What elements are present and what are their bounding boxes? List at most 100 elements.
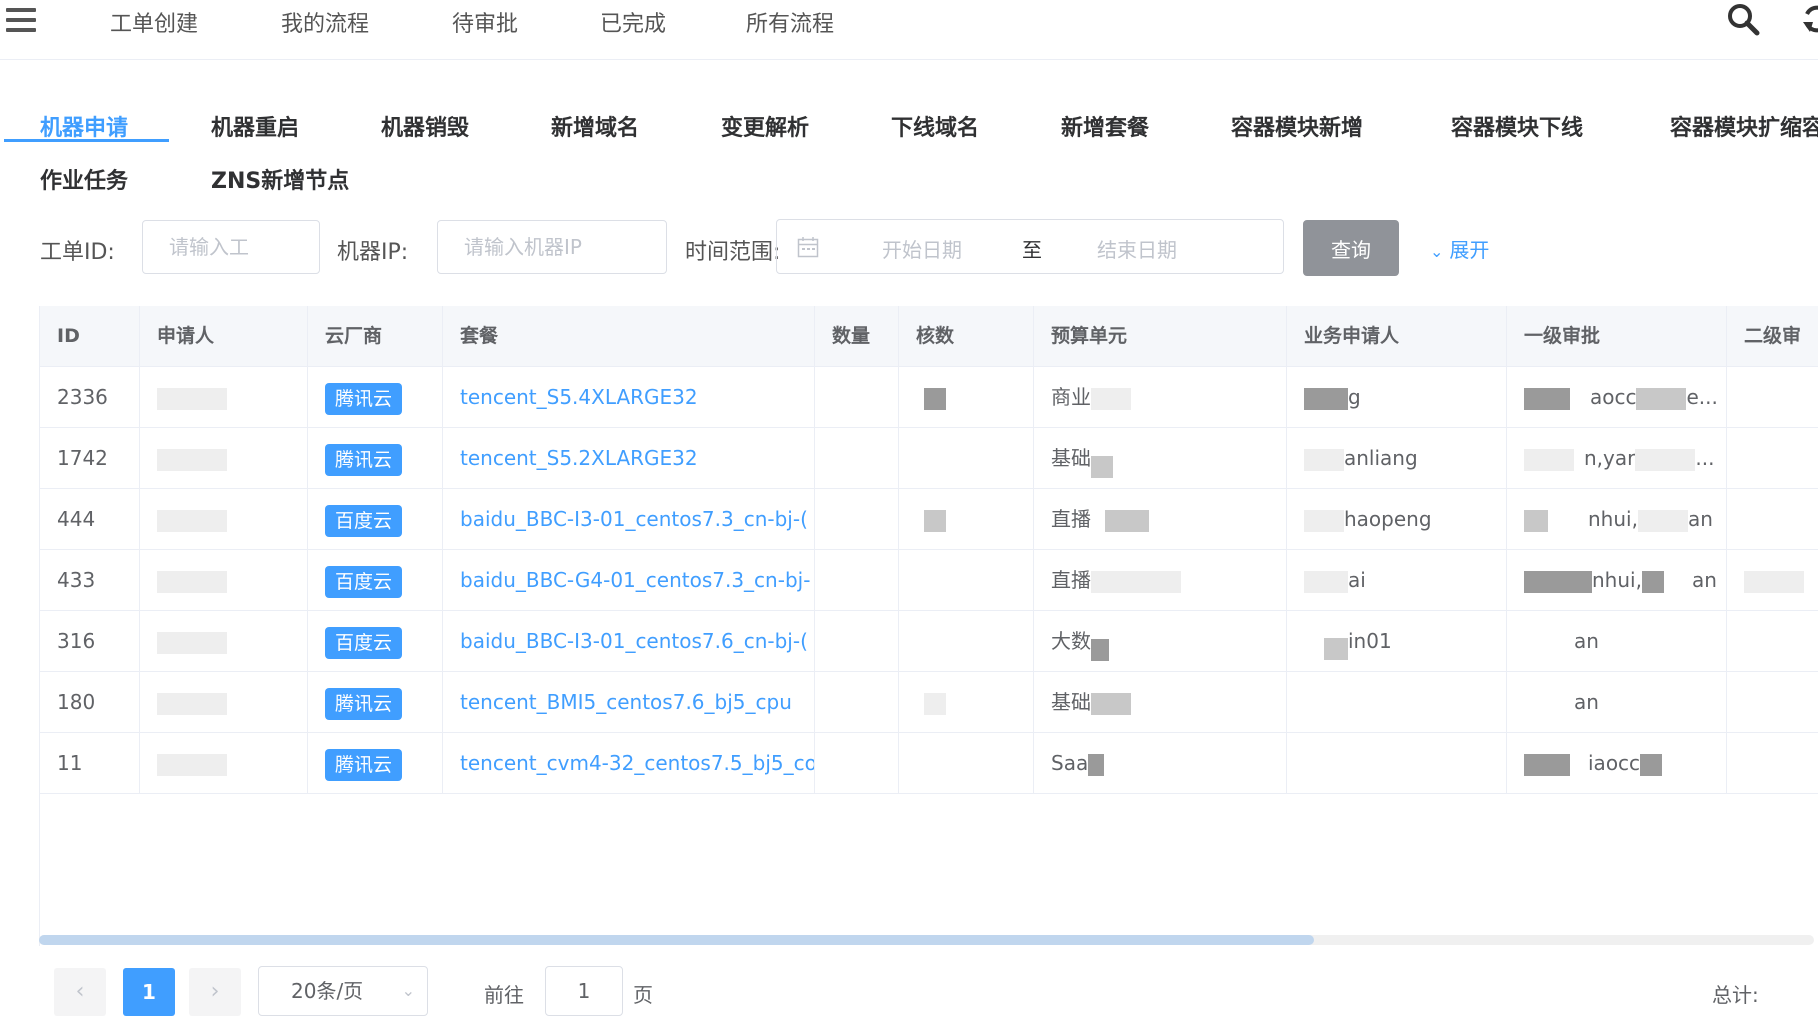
nav-completed[interactable]: 已完成	[600, 6, 666, 38]
search-icon[interactable]	[1726, 2, 1760, 36]
cell-package[interactable]: tencent_S5.2XLARGE32	[443, 428, 815, 489]
expand-filters-link[interactable]: ⌄ 展开	[1430, 234, 1489, 263]
query-button[interactable]: 查询	[1303, 220, 1399, 276]
cell-cores	[899, 489, 1034, 550]
approver1-text: an	[1574, 629, 1599, 653]
tab-machine-restart[interactable]: 机器重启	[211, 110, 299, 142]
vendor-tag: 百度云	[325, 626, 403, 659]
nav-my-flows[interactable]: 我的流程	[281, 6, 369, 38]
tab-machine-apply[interactable]: 机器申请	[40, 110, 128, 142]
tab-change-dns[interactable]: 变更解析	[721, 110, 809, 142]
page-size-value: 20条/页	[291, 979, 364, 1003]
end-date-input[interactable]: 结束日期	[1097, 234, 1177, 263]
cell-applicant	[140, 489, 308, 550]
cell-applicant	[140, 550, 308, 611]
requester-text: ai	[1348, 568, 1366, 592]
tab-container-scale[interactable]: 容器模块扩缩容	[1670, 110, 1818, 142]
cell-budget: 大数	[1034, 611, 1287, 672]
cell-approver1: nhui, an	[1507, 489, 1727, 550]
horizontal-scrollbar[interactable]	[39, 935, 1814, 945]
machine-ip-input[interactable]	[437, 220, 667, 274]
cell-vendor: 腾讯云	[308, 672, 443, 733]
cell-package[interactable]: baidu_BBC-I3-01_centos7.6_cn-bj-(	[443, 611, 815, 672]
cell-approver2	[1727, 733, 1818, 794]
cell-quantity	[815, 550, 899, 611]
cell-budget: 直播	[1034, 550, 1287, 611]
menu-icon[interactable]	[6, 8, 36, 34]
tab-machine-destroy[interactable]: 机器销毁	[381, 110, 469, 142]
cell-vendor: 百度云	[308, 489, 443, 550]
approver1-text: nhui,	[1588, 507, 1638, 531]
col-level1-approval: 一级审批	[1507, 306, 1727, 367]
page-size-select[interactable]: 20条/页 ⌄	[258, 966, 428, 1016]
cell-id: 444	[40, 489, 140, 550]
nav-ticket-create[interactable]: 工单创建	[110, 6, 198, 38]
approver1-suffix: an	[1687, 507, 1713, 531]
cell-package[interactable]: tencent_BMI5_centos7.6_bj5_cpu	[443, 672, 815, 733]
approver1-suffix: e...	[1686, 385, 1718, 409]
col-applicant: 申请人	[140, 306, 308, 367]
cell-id: 1742	[40, 428, 140, 489]
cell-cores	[899, 611, 1034, 672]
requester-text: in01	[1348, 629, 1392, 653]
cell-vendor: 百度云	[308, 611, 443, 672]
prev-page-button[interactable]: ‹	[54, 968, 106, 1016]
vendor-tag: 腾讯云	[325, 382, 403, 415]
cell-cores	[899, 733, 1034, 794]
col-id: ID	[40, 306, 140, 367]
chevron-down-icon: ⌄	[401, 981, 415, 1000]
cell-approver1: an	[1507, 672, 1727, 733]
cell-quantity	[815, 428, 899, 489]
cell-cores	[899, 672, 1034, 733]
col-cores: 核数	[899, 306, 1034, 367]
goto-page-input[interactable]	[545, 966, 623, 1016]
date-range-picker[interactable]: 开始日期 至 结束日期	[776, 219, 1284, 274]
approver1-text: an	[1574, 690, 1599, 714]
cell-quantity	[815, 367, 899, 428]
nav-pending-approval[interactable]: 待审批	[452, 6, 518, 38]
cell-package[interactable]: baidu_BBC-I3-01_centos7.3_cn-bj-(	[443, 489, 815, 550]
cell-approver2	[1727, 367, 1818, 428]
vendor-tag: 腾讯云	[325, 748, 403, 781]
tab-add-domain[interactable]: 新增域名	[551, 110, 639, 142]
nav-all-flows[interactable]: 所有流程	[746, 6, 834, 38]
cell-budget: Saa	[1034, 733, 1287, 794]
cell-approver1: nhui, an	[1507, 550, 1727, 611]
budget-text: Saa	[1051, 751, 1089, 775]
tab-offline-domain[interactable]: 下线域名	[891, 110, 979, 142]
top-navigation: 工单创建 我的流程 待审批 已完成 所有流程	[0, 0, 1818, 60]
tab-container-add[interactable]: 容器模块新增	[1231, 110, 1363, 142]
tab-container-offline[interactable]: 容器模块下线	[1451, 110, 1583, 142]
start-date-input[interactable]: 开始日期	[882, 234, 962, 263]
cell-approver1: aocc e...	[1507, 367, 1727, 428]
vendor-tag: 百度云	[325, 504, 403, 537]
refresh-icon[interactable]	[1800, 2, 1818, 36]
cell-package[interactable]: baidu_BBC-G4-01_centos7.3_cn-bj-	[443, 550, 815, 611]
tab-add-package[interactable]: 新增套餐	[1061, 110, 1149, 142]
page-number-current[interactable]: 1	[123, 968, 175, 1016]
col-budget-unit: 预算单元	[1034, 306, 1287, 367]
budget-text: 大数	[1051, 629, 1091, 653]
total-label: 总计:	[1712, 983, 1759, 1007]
ticket-id-input[interactable]	[142, 220, 320, 274]
cell-approver1: iaocc	[1507, 733, 1727, 794]
cell-applicant	[140, 428, 308, 489]
table-row: 180 腾讯云 tencent_BMI5_centos7.6_bj5_cpu 基…	[40, 672, 1818, 733]
cell-id: 433	[40, 550, 140, 611]
expand-label: 展开	[1449, 238, 1490, 262]
tab-zns-add-node[interactable]: ZNS新增节点	[211, 163, 349, 195]
cell-approver2	[1727, 489, 1818, 550]
cell-quantity	[815, 672, 899, 733]
col-package: 套餐	[443, 306, 815, 367]
request-table: ID 申请人 云厂商 套餐 数量 核数 预算单元 业务申请人 一级审批 二级审 …	[39, 306, 1818, 946]
cell-package[interactable]: tencent_S5.4XLARGE32	[443, 367, 815, 428]
cell-budget: 直播	[1034, 489, 1287, 550]
range-separator: 至	[1022, 238, 1042, 262]
table-row: 316 百度云 baidu_BBC-I3-01_centos7.6_cn-bj-…	[40, 611, 1818, 672]
next-page-button[interactable]: ›	[189, 968, 241, 1016]
scrollbar-thumb[interactable]	[39, 935, 1314, 945]
requester-text: g	[1348, 385, 1361, 409]
approver1-text: iaocc	[1588, 751, 1641, 775]
tab-job-task[interactable]: 作业任务	[40, 163, 128, 195]
cell-package[interactable]: tencent_cvm4-32_centos7.5_bj5_co	[443, 733, 815, 794]
